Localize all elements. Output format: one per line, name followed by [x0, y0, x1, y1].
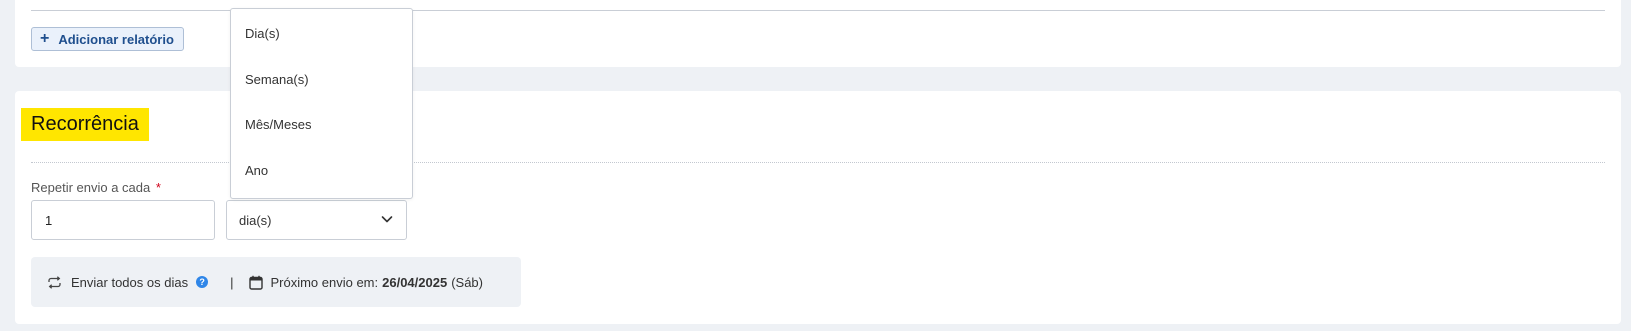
repeat-icon [47, 275, 62, 289]
repeat-label-text: Repetir envio a cada [31, 180, 151, 195]
dropdown-option-week[interactable]: Semana(s) [245, 72, 309, 87]
frequency-text: Enviar todos os dias [71, 274, 189, 290]
plus-icon: + [40, 30, 50, 47]
add-report-label: Adicionar relatório [58, 31, 174, 47]
next-send-label: Próximo envio em: [270, 274, 379, 290]
next-send-date: 26/04/2025 [382, 274, 448, 290]
unit-dropdown-menu: Dia(s) Semana(s) Mês/Meses Ano [230, 8, 413, 199]
help-icon[interactable]: ? [196, 276, 209, 288]
page: + Adicionar relatório Recorrência Repeti… [0, 0, 1631, 331]
interval-input[interactable] [31, 200, 215, 240]
next-send-weekday: (Sáb) [451, 274, 483, 290]
repeat-label: Repetir envio a cada * [31, 180, 161, 195]
unit-select-value: dia(s) [239, 212, 272, 228]
summary-separator: | [230, 274, 234, 290]
add-report-button[interactable]: + Adicionar relatório [31, 27, 184, 51]
calendar-icon [249, 275, 264, 290]
recurrence-title: Recorrência [21, 108, 149, 141]
required-marker: * [155, 180, 161, 195]
chevron-down-icon [380, 212, 394, 229]
unit-select[interactable]: dia(s) [226, 200, 407, 240]
dropdown-option-day[interactable]: Dia(s) [245, 26, 280, 41]
dropdown-option-year[interactable]: Ano [245, 163, 268, 178]
scrollbar-track[interactable] [1621, 0, 1631, 331]
dropdown-option-month[interactable]: Mês/Meses [245, 117, 311, 132]
recurrence-summary: Enviar todos os dias ? | Próximo envio e… [31, 257, 521, 307]
